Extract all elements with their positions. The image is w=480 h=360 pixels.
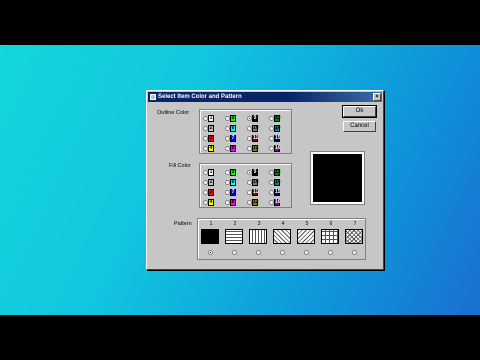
outline-color-swatch: 3	[208, 135, 214, 142]
letterbox-top	[0, 0, 480, 45]
outline-color-swatch: 10	[252, 125, 259, 132]
fill-color-option-16[interactable]: 16	[269, 199, 281, 207]
pattern-diagonal-cross-swatch	[345, 229, 363, 244]
outline-color-option-14[interactable]: 14	[269, 125, 281, 133]
outline-color-swatch: 5	[230, 115, 236, 122]
outline-color-swatch: 4	[208, 145, 214, 152]
fill-color-swatch: 4	[208, 199, 214, 206]
fill-color-option-4[interactable]: 4	[203, 199, 214, 207]
fill-color-swatch: 13	[274, 169, 281, 176]
pattern-horizontal-swatch	[225, 229, 243, 244]
fill-color-swatch: 7	[230, 189, 236, 196]
outline-color-option-11[interactable]: 11	[247, 135, 258, 143]
outline-color-swatch: 6	[230, 125, 236, 132]
pattern-diagonal-up-swatch	[297, 229, 315, 244]
pattern-number: 2	[233, 221, 237, 227]
pattern-number: 1	[209, 221, 213, 227]
fill-color-label: Fill Color	[169, 163, 191, 169]
color-preview	[310, 151, 365, 205]
outline-color-option-16[interactable]: 16	[269, 145, 281, 153]
fill-color-swatch: 12	[252, 199, 259, 206]
pattern-diagonal-down-swatch	[273, 229, 291, 244]
fill-color-option-13[interactable]: 13	[269, 169, 281, 177]
fill-color-option-9[interactable]: 9	[247, 169, 258, 177]
outline-color-swatch: 12	[252, 145, 259, 152]
fill-color-option-10[interactable]: 10	[247, 179, 259, 187]
fill-color-option-6[interactable]: 6	[225, 179, 236, 187]
fill-color-option-11[interactable]: 11	[247, 189, 258, 197]
pattern-label: Pattern	[174, 221, 192, 227]
outline-color-swatch: 11	[252, 135, 259, 142]
pattern-solid-swatch	[201, 229, 219, 244]
fill-color-swatch: 1	[208, 169, 214, 176]
pattern-radio[interactable]	[256, 250, 261, 255]
outline-color-option-10[interactable]: 10	[247, 125, 259, 133]
outline-color-label: Outline Color	[157, 110, 190, 116]
close-button[interactable]: ×	[373, 93, 381, 101]
outline-color-swatch: 14	[274, 125, 281, 132]
pattern-vertical-swatch	[249, 229, 267, 244]
outline-color-swatch: 1	[208, 115, 214, 122]
pattern-radio[interactable]	[328, 250, 333, 255]
pattern-radio[interactable]	[232, 250, 237, 255]
fill-color-swatch: 2	[208, 179, 214, 186]
pattern-number: 5	[305, 221, 309, 227]
fill-color-swatch: 5	[230, 169, 236, 176]
app-icon	[150, 94, 156, 100]
fill-color-swatch: 3	[208, 189, 214, 196]
outline-color-option-4[interactable]: 4	[203, 145, 214, 153]
pattern-number: 4	[281, 221, 285, 227]
fill-color-option-5[interactable]: 5	[225, 169, 236, 177]
pattern-radio[interactable]	[208, 250, 213, 255]
outline-color-swatch: 16	[274, 145, 281, 152]
outline-color-swatch: 9	[252, 115, 258, 122]
pattern-radio[interactable]	[304, 250, 309, 255]
outline-color-option-15[interactable]: 15	[269, 135, 281, 143]
outline-color-swatch: 8	[230, 145, 236, 152]
outline-color-option-13[interactable]: 13	[269, 115, 281, 123]
fill-color-swatch: 6	[230, 179, 236, 186]
outline-color-swatch: 13	[274, 115, 281, 122]
ok-button[interactable]: Ok	[342, 105, 377, 118]
cancel-button[interactable]: Cancel	[343, 121, 376, 132]
dialog-title: Select Item Color and Pattern	[158, 94, 242, 100]
outline-color-swatch: 2	[208, 125, 214, 132]
outline-color-option-8[interactable]: 8	[225, 145, 236, 153]
outline-color-swatch: 7	[230, 135, 236, 142]
outline-color-option-3[interactable]: 3	[203, 135, 214, 143]
fill-color-option-14[interactable]: 14	[269, 179, 281, 187]
outline-color-option-7[interactable]: 7	[225, 135, 236, 143]
fill-color-swatch: 11	[252, 189, 259, 196]
fill-color-option-7[interactable]: 7	[225, 189, 236, 197]
fill-color-swatch: 9	[252, 169, 258, 176]
fill-color-option-2[interactable]: 2	[203, 179, 214, 187]
pattern-radio[interactable]	[352, 250, 357, 255]
outline-color-option-9[interactable]: 9	[247, 115, 258, 123]
pattern-number: 3	[257, 221, 261, 227]
fill-color-option-8[interactable]: 8	[225, 199, 236, 207]
fill-color-swatch: 8	[230, 199, 236, 206]
pattern-cross-swatch	[321, 229, 339, 244]
fill-color-option-12[interactable]: 12	[247, 199, 259, 207]
fill-color-swatch: 15	[274, 189, 281, 196]
outline-color-option-2[interactable]: 2	[203, 125, 214, 133]
pattern-radio[interactable]	[280, 250, 285, 255]
pattern-number: 6	[329, 221, 333, 227]
letterbox-bottom	[0, 315, 480, 360]
outline-color-swatch: 15	[274, 135, 281, 142]
fill-color-swatch: 16	[274, 199, 281, 206]
fill-color-swatch: 10	[252, 179, 259, 186]
outline-color-option-5[interactable]: 5	[225, 115, 236, 123]
fill-color-option-3[interactable]: 3	[203, 189, 214, 197]
pattern-number: 7	[353, 221, 357, 227]
outline-color-option-6[interactable]: 6	[225, 125, 236, 133]
fill-color-option-1[interactable]: 1	[203, 169, 214, 177]
outline-color-option-12[interactable]: 12	[247, 145, 259, 153]
fill-color-swatch: 14	[274, 179, 281, 186]
outline-color-option-1[interactable]: 1	[203, 115, 214, 123]
dialog-titlebar[interactable]: Select Item Color and Pattern ×	[148, 92, 382, 102]
fill-color-option-15[interactable]: 15	[269, 189, 281, 197]
